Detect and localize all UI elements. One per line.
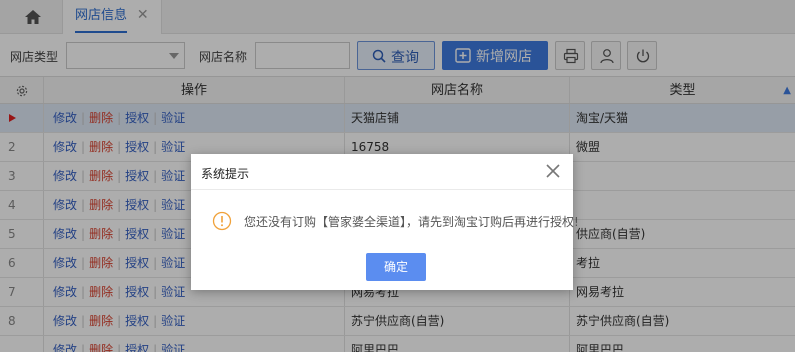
close-icon[interactable] [545, 163, 561, 179]
warning-icon [212, 211, 232, 231]
dialog-message: 您还没有订购【管家婆全渠道】，请先到淘宝订购后再进行授权! [244, 215, 579, 229]
confirm-button[interactable]: 确定 [366, 253, 426, 281]
system-alert-dialog: 系统提示 您还没有订购【管家婆全渠道】，请先到淘宝订购后再进行授权! 确定 [191, 154, 579, 290]
dialog-header: 系统提示 [191, 154, 573, 190]
dialog-title: 系统提示 [201, 167, 250, 181]
